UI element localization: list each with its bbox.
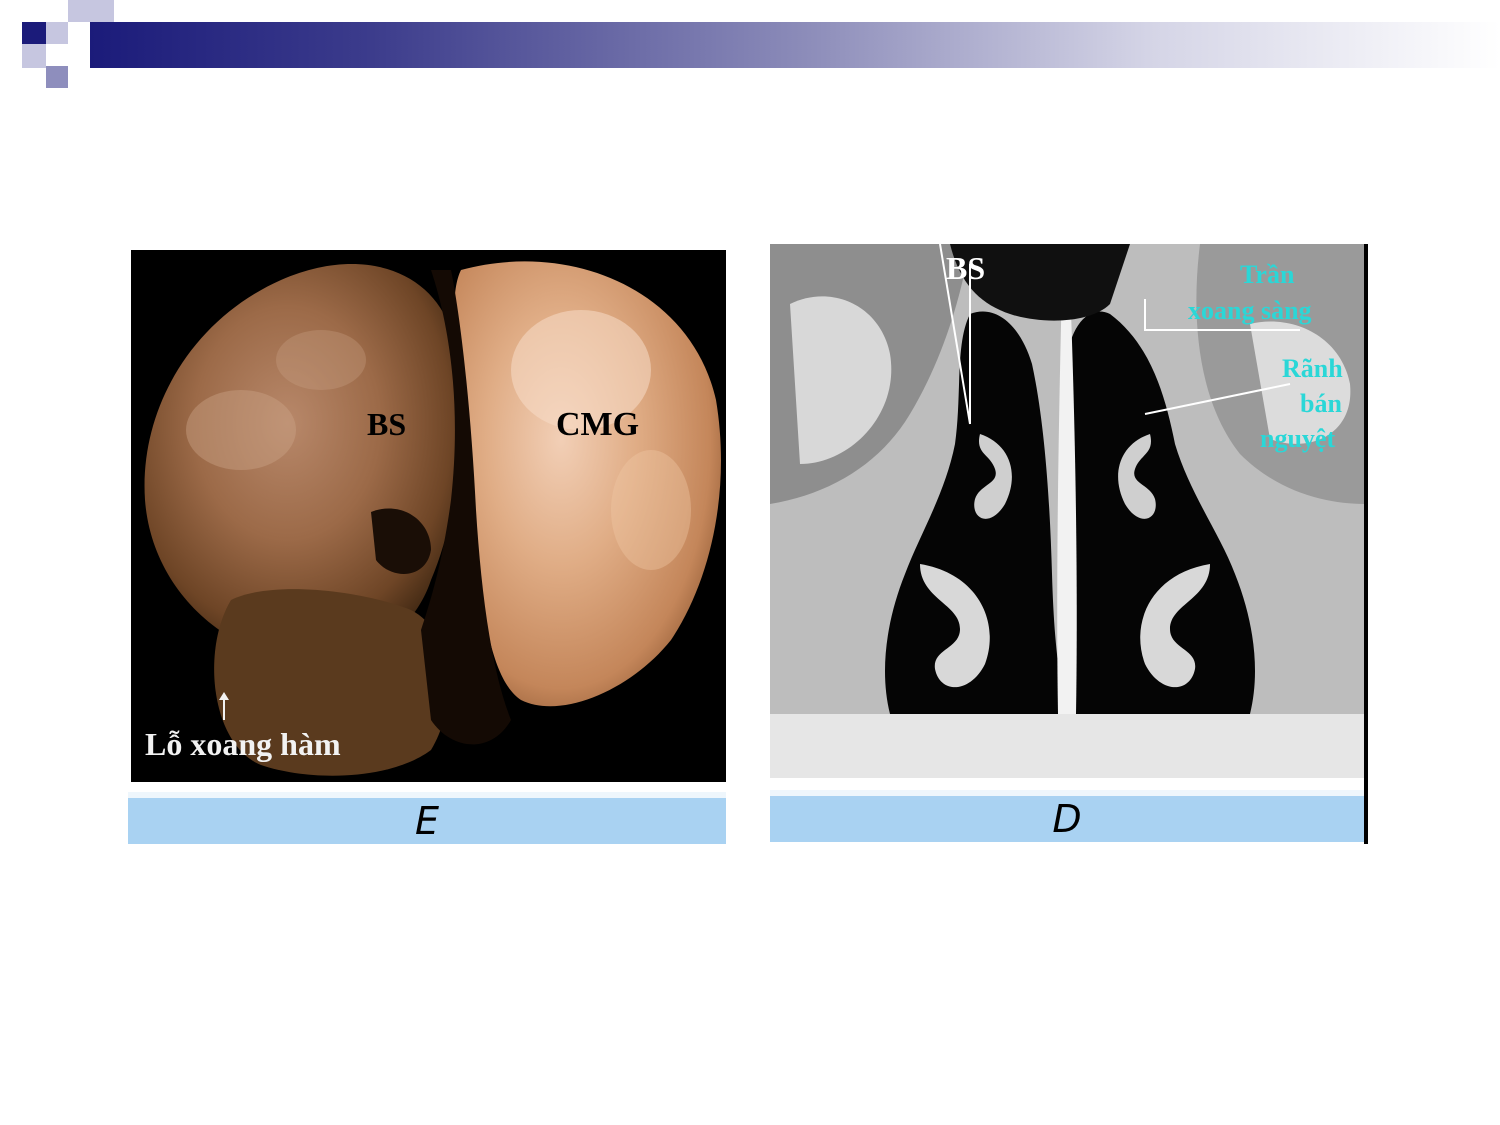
panel-border <box>1364 244 1368 844</box>
panel-caption: D <box>770 790 1364 842</box>
header-gradient-bar <box>90 22 1500 68</box>
label-bs: BS <box>367 406 407 442</box>
header-square <box>22 44 46 68</box>
header-square <box>22 22 46 46</box>
label-nguyet: nguyệt <box>1260 424 1336 453</box>
header-square <box>46 22 68 44</box>
label-xoang-sang: xoang sàng <box>1188 296 1312 325</box>
figure-panel-d: BS Trần xoang sàng Rãnh bán nguyệt D <box>770 244 1370 844</box>
label-ban: bán <box>1300 389 1342 418</box>
panel-caption: E <box>128 792 726 844</box>
label-lo-xoang-ham: Lỗ xoang hàm <box>145 726 341 762</box>
label-bs: BS <box>946 250 986 286</box>
label-cmg: CMG <box>556 406 640 443</box>
label-tran: Trần <box>1240 260 1295 289</box>
endoscopy-image: BS CMG Lỗ xoang hàm <box>131 250 726 782</box>
header-square <box>0 0 22 22</box>
endoscopy-illustration <box>144 261 721 776</box>
arrow-up-icon <box>219 692 229 720</box>
header-square <box>46 66 68 88</box>
ct-scan-image: BS Trần xoang sàng Rãnh bán nguyệt <box>770 244 1364 778</box>
figure-panel-e: BS CMG Lỗ xoang hàm E <box>128 248 726 845</box>
label-ranh: Rãnh <box>1282 354 1343 383</box>
header-square <box>68 22 90 44</box>
header-square <box>46 44 68 66</box>
